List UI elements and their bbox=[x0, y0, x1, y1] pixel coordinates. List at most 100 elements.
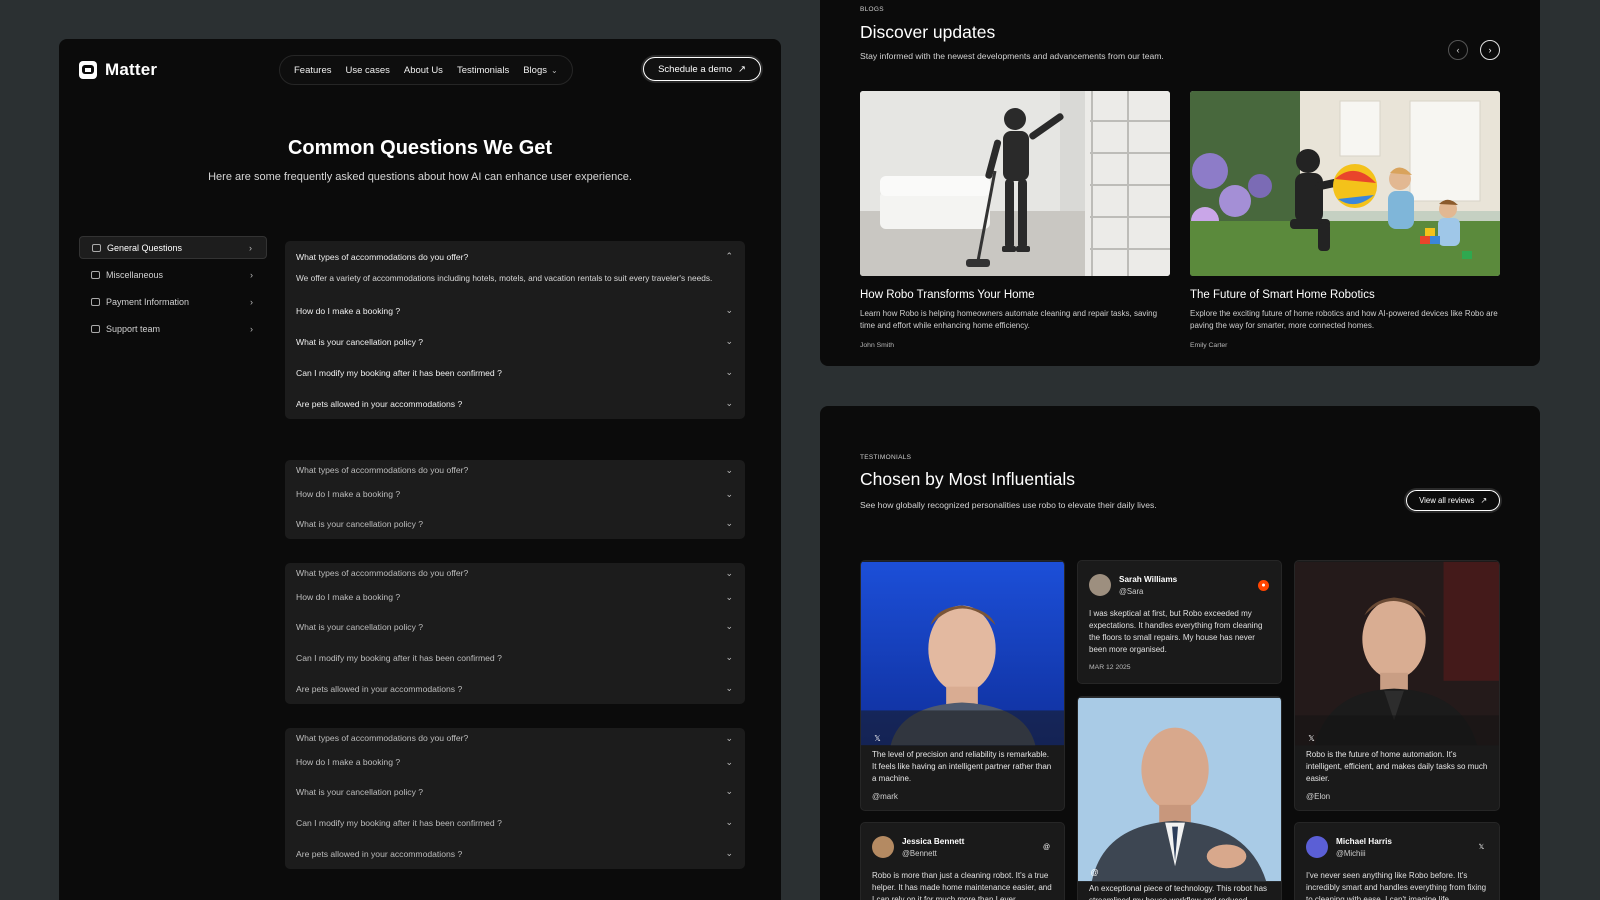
chevron-down-icon: ⌄ bbox=[725, 652, 733, 662]
blog-card[interactable]: The Future of Smart Home Robotics Explor… bbox=[1190, 91, 1500, 349]
chevron-right-icon: › bbox=[250, 269, 253, 280]
category-support-team[interactable]: Support team › bbox=[79, 317, 267, 340]
testimonial-quote: An exceptional piece of technology. This… bbox=[1089, 884, 1268, 900]
faq-question[interactable]: How do I make a booking ? ⌄ bbox=[285, 480, 745, 508]
testimonial-handle: @mark bbox=[872, 792, 898, 801]
category-label: General Questions bbox=[107, 242, 183, 253]
faq-question-text: Are pets allowed in your accommodations … bbox=[296, 398, 463, 409]
chevron-down-icon: ⌄ bbox=[725, 621, 733, 631]
arrow-up-right-icon: ↗ bbox=[738, 63, 746, 75]
testimonial-text: Robo is more than just a cleaning robot.… bbox=[872, 871, 1052, 900]
blog-image-robot-vacuuming bbox=[860, 91, 1170, 276]
nav-item-blogs[interactable]: Blogs ⌄ bbox=[523, 65, 557, 76]
schedule-demo-label: Schedule a demo bbox=[658, 63, 733, 75]
faq-question-text: How do I make a booking ? bbox=[296, 305, 401, 316]
nav-item-about-us[interactable]: About Us bbox=[404, 65, 443, 76]
testimonial-text: I've never seen anything like Robo befor… bbox=[1306, 871, 1487, 900]
faq-question-text: What is your cancellation policy ? bbox=[296, 786, 424, 797]
category-label: Payment Information bbox=[106, 296, 190, 307]
blog-card[interactable]: How Robo Transforms Your Home Learn how … bbox=[860, 91, 1170, 349]
faq-question[interactable]: What types of accommodations do you offe… bbox=[285, 460, 745, 480]
nav-item-blogs-label: Blogs bbox=[523, 64, 547, 76]
faq-question[interactable]: What is your cancellation policy ? ⌄ bbox=[285, 611, 745, 642]
faq-question[interactable]: Can I modify my booking after it has bee… bbox=[285, 642, 745, 673]
testimonial-handle: @Sara bbox=[1119, 586, 1144, 596]
threads-icon: @ bbox=[1042, 844, 1051, 851]
portrait-photo-jeff bbox=[1078, 697, 1281, 882]
faq-question[interactable]: How do I make a booking ? ⌄ bbox=[285, 583, 745, 611]
faq-question[interactable]: Are pets allowed in your accommodations … bbox=[285, 388, 745, 419]
chevron-down-icon: ⌄ bbox=[725, 518, 733, 528]
blog-card-description: Learn how Robo is helping homeowners aut… bbox=[860, 309, 1158, 330]
reddit-icon: ● bbox=[1258, 580, 1269, 591]
brand-name: Matter bbox=[105, 60, 158, 79]
chevron-right-icon: › bbox=[250, 296, 253, 307]
chevron-right-icon: › bbox=[249, 242, 252, 253]
faq-question-text: Are pets allowed in your accommodations … bbox=[296, 848, 463, 859]
faq-question-text: What is your cancellation policy ? bbox=[296, 518, 424, 529]
faq-question[interactable]: Can I modify my booking after it has bee… bbox=[285, 807, 745, 838]
chevron-down-icon: ⌄ bbox=[725, 732, 733, 743]
faq-question[interactable]: What types of accommodations do you offe… bbox=[285, 728, 745, 748]
faq-question[interactable]: What is your cancellation policy ? ⌄ bbox=[285, 508, 745, 539]
blog-card-title: The Future of Smart Home Robotics bbox=[1190, 289, 1375, 301]
testimonial-card-michael[interactable]: Michael Harris @Michiii 𝕏 I've never see… bbox=[1294, 822, 1500, 900]
faq-question[interactable]: Are pets allowed in your accommodations … bbox=[285, 673, 745, 704]
arrow-up-right-icon: ↗ bbox=[1480, 496, 1487, 505]
category-payment-information[interactable]: Payment Information › bbox=[79, 290, 267, 313]
testimonials-panel: TESTIMONIALS Chosen by Most Influentials… bbox=[820, 406, 1540, 900]
faq-accordion-3: What types of accommodations do you offe… bbox=[285, 563, 745, 704]
faq-question[interactable]: How do I make a booking ? ⌄ bbox=[285, 748, 745, 776]
blog-card-author: John Smith bbox=[860, 342, 895, 349]
brand-logo[interactable]: Matter bbox=[79, 60, 157, 80]
headphones-icon bbox=[91, 324, 100, 333]
portrait-photo-elon bbox=[1295, 561, 1499, 746]
faq-question[interactable]: Can I modify my booking after it has bee… bbox=[285, 357, 745, 388]
carousel-next-button[interactable]: › bbox=[1480, 40, 1500, 60]
testimonial-date: MAR 12 2025 bbox=[1089, 664, 1131, 671]
testimonials-subtitle: See how globally recognized personalitie… bbox=[860, 500, 1157, 510]
testimonial-card-elon[interactable]: 𝕏 Robo is the future of home automation.… bbox=[1294, 560, 1500, 811]
faq-question[interactable]: What is your cancellation policy ? ⌄ bbox=[285, 776, 745, 807]
testimonials-title: Chosen by Most Influentials bbox=[860, 469, 1075, 489]
faq-question[interactable]: What is your cancellation policy ? ⌄ bbox=[285, 326, 745, 357]
category-label: Support team bbox=[106, 323, 161, 334]
faq-question-open[interactable]: What types of accommodations do you offe… bbox=[285, 241, 745, 272]
faq-title: Common Questions We Get bbox=[287, 137, 553, 159]
category-general-questions[interactable]: General Questions › bbox=[79, 236, 267, 259]
view-all-reviews-button[interactable]: View all reviews ↗ bbox=[1406, 490, 1500, 511]
category-miscellaneous[interactable]: Miscellaneous › bbox=[79, 263, 267, 286]
schedule-demo-button[interactable]: Schedule a demo ↗ bbox=[643, 57, 761, 81]
faq-question-text: How do I make a booking ? bbox=[296, 489, 401, 499]
testimonial-card-sara[interactable]: Sarah Williams @Sara ● I was skeptical a… bbox=[1077, 560, 1282, 684]
faq-accordion-2: What types of accommodations do you offe… bbox=[285, 460, 745, 539]
nav-menu: Features Use cases About Us Testimonials… bbox=[279, 55, 573, 85]
faq-question[interactable]: Are pets allowed in your accommodations … bbox=[285, 838, 745, 869]
nav-item-use-cases[interactable]: Use cases bbox=[346, 65, 390, 76]
avatar bbox=[1306, 836, 1328, 858]
carousel-prev-button[interactable]: ‹ bbox=[1448, 40, 1468, 60]
faq-question-text: Are pets allowed in your accommodations … bbox=[296, 683, 463, 694]
testimonials-eyebrow: TESTIMONIALS bbox=[860, 454, 912, 461]
faq-question-text: How do I make a booking ? bbox=[296, 757, 401, 767]
testimonial-name: Jessica Bennett bbox=[902, 836, 965, 846]
chevron-down-icon: ⌄ bbox=[550, 65, 558, 75]
testimonial-card-jeff[interactable]: @ An exceptional piece of technology. Th… bbox=[1077, 696, 1282, 900]
chevron-right-icon: › bbox=[250, 323, 253, 334]
inbox-icon bbox=[92, 243, 101, 252]
robot-cleaning-illustration bbox=[860, 91, 1170, 276]
blogs-subtitle: Stay informed with the newest developmen… bbox=[860, 51, 1164, 61]
card-icon bbox=[91, 297, 100, 306]
chevron-down-icon: ⌄ bbox=[725, 683, 733, 693]
nav-item-features[interactable]: Features bbox=[294, 65, 332, 76]
testimonial-quote: The level of precision and reliability i… bbox=[872, 750, 1052, 783]
view-all-reviews-label: View all reviews bbox=[1419, 496, 1475, 505]
faq-question-text: How do I make a booking ? bbox=[296, 592, 401, 602]
testimonial-card-mark[interactable]: 𝕏 The level of precision and reliability… bbox=[860, 560, 1065, 811]
lock-icon bbox=[91, 270, 100, 279]
testimonial-card-jessica[interactable]: Jessica Bennett @Bennett @ Robo is more … bbox=[860, 822, 1065, 900]
x-icon: 𝕏 bbox=[874, 734, 881, 743]
nav-item-testimonials[interactable]: Testimonials bbox=[457, 65, 509, 76]
faq-question[interactable]: What types of accommodations do you offe… bbox=[285, 563, 745, 583]
faq-question[interactable]: How do I make a booking ? ⌄ bbox=[285, 295, 745, 326]
